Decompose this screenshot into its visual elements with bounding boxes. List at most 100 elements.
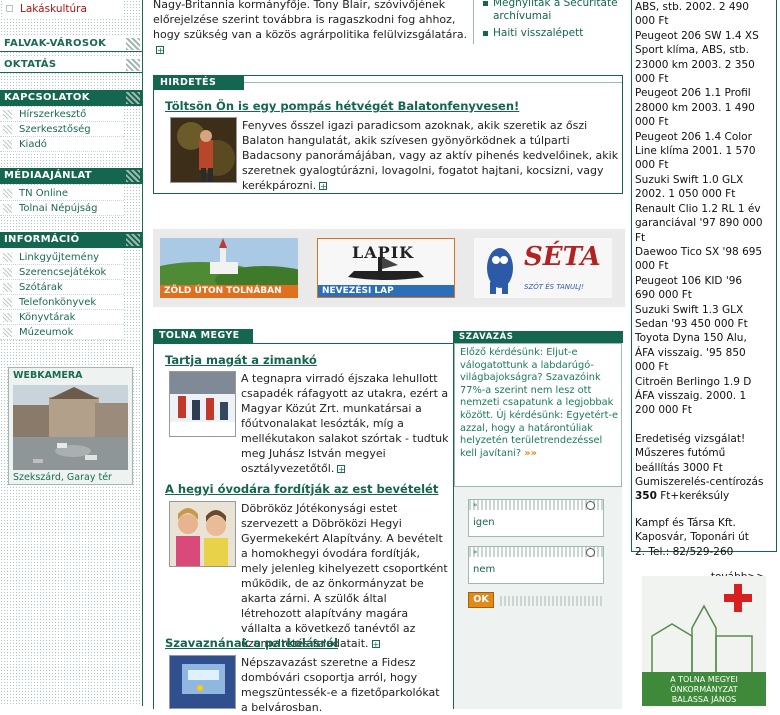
sidebar-section-informacio: INFORMÁCIÓ — [0, 232, 142, 248]
related-link-haiti[interactable]: Haiti visszalépett — [481, 27, 621, 40]
poll-option-igen[interactable]: » igen — [468, 499, 604, 537]
more-icon[interactable] — [156, 43, 164, 58]
bullet-icon — [3, 298, 12, 307]
tolna-article-1-image[interactable] — [169, 371, 236, 437]
more-icon[interactable] — [337, 462, 346, 477]
sidebar-link-lakaskultura[interactable]: Lakáskultúra — [2, 0, 122, 18]
classified-line: Peugeot 206 SW 1.4 XS — [635, 29, 759, 42]
sidebar-item-tolnai-nepujsag[interactable]: Tolnai Népújság — [0, 201, 124, 216]
price-rest: Ft+keréksúly — [656, 490, 730, 503]
sidebar-item-konyvtarak[interactable]: Könyvtárak — [0, 310, 124, 325]
classified-line: ÁFA visszaig. '95 850 — [635, 346, 746, 359]
related-link-securitate[interactable]: Megnyíltak a Securitate archívumai — [481, 0, 621, 23]
bullet-icon — [3, 110, 12, 119]
classified-line: Renault Clio 1.2 RL 1 év — [635, 202, 761, 215]
poll-ok-button[interactable]: OK — [468, 592, 494, 608]
webcam-title: WEBKAMERA — [13, 370, 83, 381]
classified-line: 000 Ft — [635, 15, 669, 28]
poll-header-bar: SZAVAZÁS — [453, 331, 623, 343]
snow-people-picture — [170, 372, 235, 436]
seta-subtitle: SZÓT ÉS TANULJ! — [524, 283, 584, 291]
banner-zold-uton[interactable]: ZÖLD ÚTON TOLNÁBAN — [160, 238, 298, 298]
classified-line: Műszeres futómű — [635, 447, 726, 460]
classified-line: garanciával '97 890 000 — [635, 217, 763, 230]
radio-nem[interactable] — [586, 548, 595, 557]
tolna-article-3-title[interactable]: Szavaznának a parkolásról — [165, 636, 338, 650]
price-line: 350 Ft+keréksúly — [635, 489, 773, 503]
bullet-icon — [3, 189, 12, 198]
classified-line: Sport klíma, ABS, stb. — [635, 44, 749, 57]
sidebar-section-oktatas[interactable]: OKTATÁS — [0, 57, 142, 73]
poll-options-area: » igen » nem OK — [454, 487, 622, 709]
sidebar-item-szotarak[interactable]: Szótárak — [0, 280, 124, 295]
radio-igen[interactable] — [586, 501, 595, 510]
children-picture — [170, 502, 235, 566]
section-title: INFORMÁCIÓ — [4, 234, 80, 245]
sidebar-item-label: Linkgyűjtemény — [19, 252, 100, 263]
more-icon[interactable] — [319, 179, 328, 194]
classified-line: Kampf és Társa Kft. — [635, 516, 736, 529]
classified-line: ÁFA visszaig. 2000. 1 — [635, 389, 747, 402]
banner-line: BALASSA JÁNOS — [671, 695, 737, 704]
banner-seta[interactable]: SÉTA SZÓT ÉS TANULJ! — [474, 238, 612, 298]
section-title: KAPCSOLATOK — [4, 92, 90, 103]
poll-arrow-icon[interactable]: »» — [524, 448, 537, 459]
classified-line: 200 000 Ft — [635, 404, 692, 417]
column-border-left — [153, 343, 154, 709]
classified-line: 000 Ft — [635, 361, 669, 374]
sidebar-item-label: Szerkesztőség — [19, 124, 91, 135]
tolna-article-1-title[interactable]: Tartja magát a zimankó — [165, 353, 317, 367]
tolna-article-2-image[interactable] — [169, 501, 236, 567]
hatch-pattern-icon — [126, 59, 140, 71]
sidebar-list-kapcsolatok: Hírszerkesztő Szerkesztőség Kiadó — [0, 107, 124, 152]
sidebar-item-hirszerkeszto[interactable]: Hírszerkesztő — [0, 107, 124, 122]
classified-line: Toyota Dyna 150 Alu, — [635, 332, 747, 345]
top-article-text: Nagy-Britannia kormányfője. Tony Blair, … — [153, 0, 468, 41]
arrow-icon: » — [473, 548, 478, 556]
ad-image[interactable] — [170, 117, 237, 183]
tolna-hospital-banner[interactable]: A TOLNA MEGYEI ÖNKORMÁNYZAT BALASSA JÁNO… — [642, 576, 766, 706]
sidebar-item-linkgyujtemeny[interactable]: Linkgyűjtemény — [0, 250, 124, 265]
tolna-article-3-image[interactable] — [169, 655, 236, 709]
sidebar-list-informacio: Linkgyűjtemény Szerencsejátékok Szótárak… — [0, 250, 124, 340]
tolna-article-2-title[interactable]: A hegyi óvodára fordítják az est bevétel… — [165, 482, 438, 496]
section-title: OKTATÁS — [4, 59, 57, 70]
hatch-pattern-icon — [126, 92, 140, 104]
sidebar-item-kiado[interactable]: Kiadó — [0, 137, 124, 152]
ad-headline[interactable]: Töltsön Ön is egy pompás hétvégét Balato… — [165, 99, 615, 113]
top-article: Nagy-Britannia kormányfője. Tony Blair, … — [153, 0, 471, 58]
article-body-text: Döbrököz Jótékonysági estet szervezett a… — [241, 502, 448, 650]
sidebar-item-label: Telefonkönyvek — [19, 297, 97, 308]
classified-line: Peugeot 206 1.1 Profil — [635, 87, 751, 100]
classified-line: 000 Ft — [635, 116, 669, 129]
webcam-image[interactable] — [13, 385, 128, 470]
classified-line: 000 Ft — [635, 159, 669, 172]
sidebar-item-telefonkonyvek[interactable]: Telefonkönyvek — [0, 295, 124, 310]
tolna-section: TOLNA MEGYE Tartja magát a zimankó A teg… — [153, 329, 623, 714]
sidebar-item-label: Kiadó — [19, 139, 47, 150]
main-content: Nagy-Britannia kormányfője. Tony Blair, … — [142, 0, 630, 714]
bullet-icon — [3, 313, 12, 322]
sidebar-section-mediaajanlat: MÉDIAAJÁNLAT — [0, 168, 142, 184]
webcam-caption[interactable]: Szekszárd, Garay tér — [13, 472, 112, 483]
poll-option-nem[interactable]: » nem — [468, 546, 604, 584]
section-title: FALVAK-VÁROSOK — [4, 38, 107, 49]
sidebar-item-muzeumok[interactable]: Múzeumok — [0, 325, 124, 340]
tolna-article-3-body: Népszavazást szeretne a Fidesz dombóvári… — [241, 655, 449, 715]
sidebar-item-label: Szerencsejátékok — [19, 267, 107, 278]
sidebar-section-falvak-varosok[interactable]: FALVAK-VÁROSOK — [0, 36, 142, 52]
bullet-icon — [3, 328, 12, 337]
bullet-icon — [3, 125, 12, 134]
banner-label: ZÖLD ÚTON TOLNÁBAN — [164, 286, 282, 296]
more-icon[interactable] — [371, 637, 380, 652]
bullet-icon — [3, 204, 12, 213]
sidebar-item-szerencsejatekok[interactable]: Szerencsejátékok — [0, 265, 124, 280]
sidebar-item-szerkesztoseg[interactable]: Szerkesztőség — [0, 122, 124, 137]
classifieds-box: ABS, stb. 2002. 2 490 000 Ft Peugeot 206 S… — [631, 0, 777, 583]
tolna-header: TOLNA MEGYE — [153, 329, 253, 343]
classified-line: Line klíma 2001. 1 570 — [635, 145, 756, 158]
webcam-box[interactable]: WEBKAMERA Szekszárd, Garay tér — [8, 367, 133, 485]
ad-body: Fenyves ősszel igazi paradicsom azoknak,… — [242, 118, 620, 194]
sidebar-item-tn-online[interactable]: TN Online — [0, 186, 124, 201]
banner-nevezesi-lap[interactable]: LAPIK NEVEZÉSI LAP — [317, 238, 455, 298]
